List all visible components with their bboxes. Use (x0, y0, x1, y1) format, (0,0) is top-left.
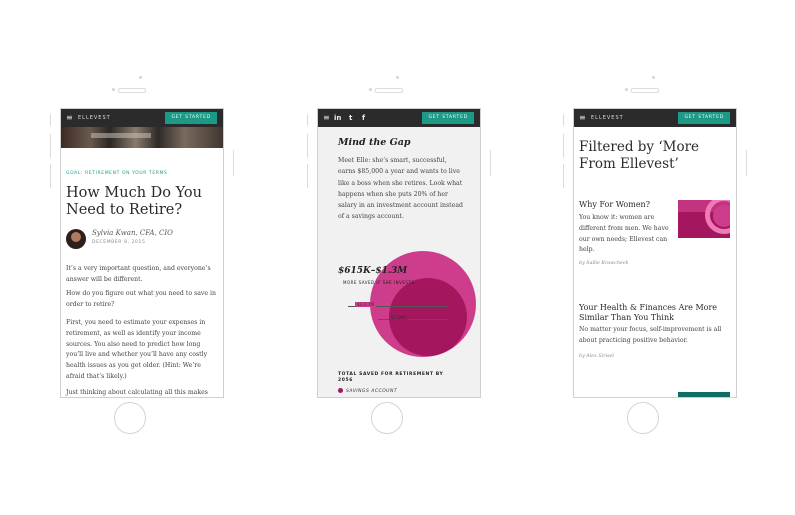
investing-label: $2–2.7M (355, 302, 376, 307)
facebook-icon[interactable]: f (362, 113, 365, 123)
phone-mockup-list: ≡ ELLEVEST GET STARTED Filtered by ‘More… (563, 74, 747, 444)
savings-chart: $615K–$1.3M MORE SAVED IF SHE INVESTS $2… (318, 249, 480, 397)
top-nav: ≡ in t f GET STARTED (318, 109, 480, 127)
get-started-button[interactable]: GET STARTED (422, 112, 474, 124)
phone-screen: ≡ ELLEVEST GET STARTED GOAL: RETIREMENT … (60, 108, 224, 398)
phone-camera (625, 88, 628, 91)
article-card-title[interactable]: Why For Women? (579, 200, 650, 210)
phone-side-button (746, 150, 747, 176)
legend-swatch (338, 388, 343, 393)
article-paragraph: It’s a very important question, and ever… (66, 265, 211, 283)
phone-screen: ≡ ELLEVEST GET STARTED Filtered by ‘More… (573, 108, 737, 398)
home-button (114, 402, 146, 434)
brand-logo[interactable]: ELLEVEST (591, 114, 624, 122)
menu-icon[interactable]: ≡ (579, 112, 586, 123)
phone-sensor (139, 76, 142, 79)
phone-speaker (118, 88, 146, 93)
get-started-button[interactable]: GET STARTED (678, 112, 730, 124)
article-card-thumbnail[interactable] (678, 200, 730, 238)
total-label: TOTAL SAVED FOR RETIREMENT BY 2056 (338, 372, 444, 383)
twitter-icon[interactable]: t (349, 113, 352, 123)
article-card-byline: by Alex Sirisel (579, 354, 614, 359)
phone-sensor (652, 76, 655, 79)
phone-side-button (563, 164, 564, 188)
phone-mockup-article: ≡ ELLEVEST GET STARTED GOAL: RETIREMENT … (50, 74, 234, 444)
brand-logo[interactable]: ELLEVEST (78, 114, 111, 122)
home-button (371, 402, 403, 434)
menu-icon[interactable]: ≡ (66, 112, 73, 123)
phone-side-button (307, 134, 308, 158)
article-title: How Much Do You Need to Retire? (66, 185, 202, 218)
article-paragraph: First, you need to estimate your expense… (66, 319, 208, 380)
menu-icon[interactable]: ≡ (323, 112, 330, 123)
phone-side-button (307, 164, 308, 188)
article-card-excerpt: You know it: women are different from me… (579, 214, 669, 254)
phone-side-button (233, 150, 234, 176)
phone-side-button (563, 114, 564, 126)
phone-side-button (307, 114, 308, 126)
home-button (627, 402, 659, 434)
publish-date: DECEMBER 8, 2015 (92, 240, 146, 245)
gap-range: $615K–$1.3M (338, 266, 408, 276)
hero-image (61, 127, 223, 148)
category-link[interactable]: GOAL: RETIREMENT ON YOUR TERMS (66, 171, 167, 176)
phone-camera (112, 88, 115, 91)
phone-sensor (396, 76, 399, 79)
phone-speaker (631, 88, 659, 93)
avatar (66, 229, 86, 249)
article-paragraph: How do you figure out what you need to s… (66, 290, 216, 308)
section-heading: Mind the Gap (338, 137, 411, 148)
article-card-thumbnail[interactable] (678, 392, 730, 397)
page-title: Filtered by ‘More From Ellevest’ (579, 139, 700, 172)
phone-side-button (50, 164, 51, 188)
savings-label: $1.39M (389, 315, 408, 320)
phone-mockup-chart: ≡ in t f GET STARTED Mind the Gap Meet E… (307, 74, 491, 444)
article-paragraph: Just thinking about calculating all this… (66, 389, 208, 396)
phone-side-button (563, 134, 564, 158)
phone-side-button (490, 150, 491, 176)
top-nav: ≡ ELLEVEST GET STARTED (61, 109, 223, 127)
get-started-button[interactable]: GET STARTED (165, 112, 217, 124)
article-card-title[interactable]: Your Health & Finances Are More Similar … (579, 303, 719, 323)
article-card-byline: by Sallie Krawcheck (579, 261, 629, 266)
phone-speaker (375, 88, 403, 93)
linkedin-icon[interactable]: in (334, 113, 341, 123)
legend-item: SAVINGS ACCOUNT (338, 388, 397, 394)
author-name[interactable]: Sylvia Kwan, CFA, CIO (92, 229, 173, 237)
article-card-excerpt: No matter your focus, self-improvement i… (579, 326, 722, 344)
top-nav: ≡ ELLEVEST GET STARTED (574, 109, 736, 127)
phone-screen: ≡ in t f GET STARTED Mind the Gap Meet E… (317, 108, 481, 398)
phone-side-button (50, 134, 51, 158)
section-body: Meet Elle: she’s smart, successful, earn… (338, 157, 463, 221)
legend-label: SAVINGS ACCOUNT (346, 389, 398, 394)
phone-side-button (50, 114, 51, 126)
gap-caption: MORE SAVED IF SHE INVESTS (343, 280, 415, 285)
phone-camera (369, 88, 372, 91)
